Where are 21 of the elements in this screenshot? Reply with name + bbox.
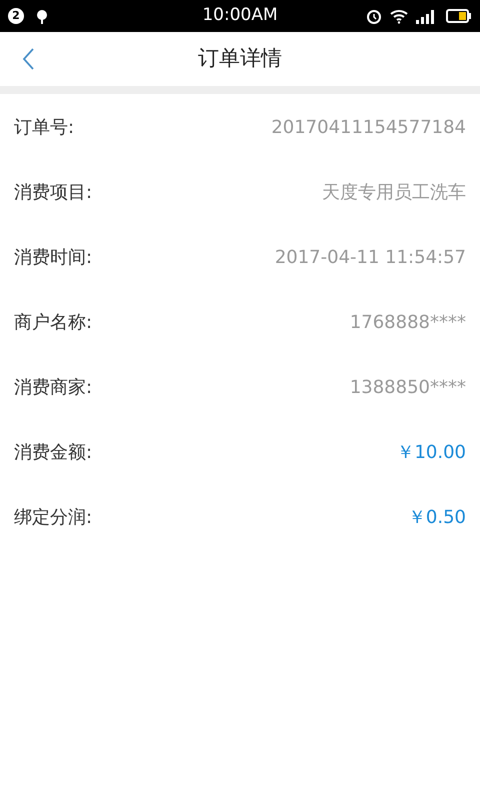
field-label: 消费时间: [14, 246, 92, 270]
alarm-clock-icon [366, 8, 382, 24]
battery-icon [446, 8, 472, 24]
field-label: 订单号: [14, 116, 74, 140]
field-value: ￥0.50 [408, 506, 466, 530]
field-label: 消费商家: [14, 376, 92, 400]
field-label: 消费项目: [14, 181, 92, 205]
field-value: 20170411154577184 [271, 116, 466, 140]
status-time: 10:00AM [201, 4, 279, 28]
field-label: 消费金额: [14, 441, 92, 465]
field-value: 1388850**** [350, 376, 466, 400]
page-title: 订单详情 [198, 45, 282, 72]
notification-badge: 2 [8, 8, 24, 24]
field-value: 1768888**** [350, 311, 466, 335]
field-value: ￥10.00 [396, 441, 466, 465]
back-icon [22, 48, 34, 70]
field-label: 绑定分润: [14, 506, 92, 530]
field-value: 天度专用员工洗车 [322, 181, 466, 205]
field-label: 商户名称: [14, 311, 92, 335]
wifi-icon [390, 8, 408, 24]
field-value: 2017-04-11 11:54:57 [274, 246, 466, 270]
